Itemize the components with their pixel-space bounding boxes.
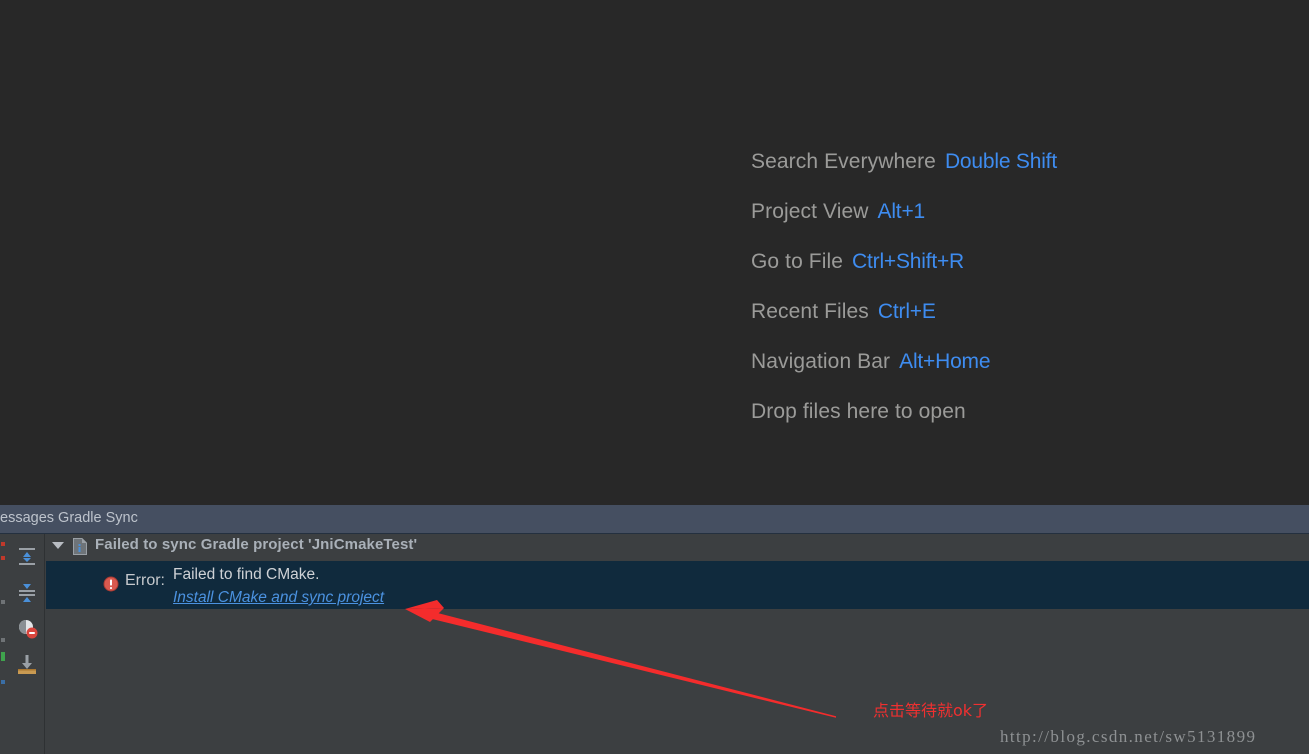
hint-shortcut: Double Shift (944, 150, 1057, 173)
tree-row-error[interactable]: Error: Failed to find CMake. Install CMa… (46, 561, 1309, 609)
hint-shortcut: Ctrl+Shift+R (852, 250, 965, 273)
left-marker-strip (0, 534, 9, 754)
marker-dot (1, 542, 5, 546)
error-detail: Failed to find CMake. Install CMake and … (173, 563, 693, 609)
collapse-all-button[interactable] (13, 578, 41, 606)
hint-label: Drop files here to open (751, 400, 966, 423)
hint-shortcut: Alt+Home (899, 350, 991, 373)
expand-all-button[interactable] (13, 542, 41, 570)
editor-empty-area[interactable]: Search Everywhere Double Shift Project Vi… (0, 0, 1309, 505)
messages-tool-window: essages Gradle Sync Failed to sync Gradl… (0, 505, 1309, 754)
hint-label: Navigation Bar (751, 350, 891, 373)
export-icon (18, 655, 36, 674)
hint-row-project-view: Project View Alt+1 (751, 187, 1271, 237)
hide-warnings-button[interactable] (13, 614, 41, 642)
error-severity-label: Error: (125, 572, 165, 589)
hide-warnings-icon (19, 620, 38, 639)
info-document-icon (73, 538, 87, 555)
messages-toolbar (9, 534, 45, 754)
hint-row-recent-files: Recent Files Ctrl+E (751, 287, 1271, 337)
messages-tree[interactable]: Failed to sync Gradle project 'JniCmakeT… (46, 534, 1309, 754)
hint-row-drop-files: Drop files here to open (751, 387, 1271, 437)
welcome-hints-list: Search Everywhere Double Shift Project Vi… (751, 137, 1271, 437)
marker-dot (1, 600, 5, 604)
expand-all-icon (19, 548, 35, 565)
chevron-down-icon[interactable] (52, 542, 64, 549)
install-cmake-link[interactable]: Install CMake and sync project (173, 586, 384, 609)
hint-label: Search Everywhere (751, 150, 936, 173)
export-to-file-button[interactable] (13, 650, 41, 678)
error-circle-icon (103, 576, 119, 592)
collapse-all-icon (19, 584, 35, 602)
hint-shortcut: Ctrl+E (877, 300, 936, 323)
tab-messages-gradle-sync[interactable]: essages Gradle Sync (0, 510, 138, 526)
marker-dot (1, 680, 5, 684)
hint-row-go-to-file: Go to File Ctrl+Shift+R (751, 237, 1271, 287)
error-message-text: Failed to find CMake. (173, 566, 320, 583)
hint-shortcut: Alt+1 (877, 200, 926, 223)
hint-label: Recent Files (751, 300, 869, 323)
hint-label: Go to File (751, 250, 844, 273)
hint-row-search-everywhere: Search Everywhere Double Shift (751, 137, 1271, 187)
marker-dot (1, 638, 5, 642)
tree-title-label: Failed to sync Gradle project 'JniCmakeT… (95, 536, 418, 553)
hint-row-navigation-bar: Navigation Bar Alt+Home (751, 337, 1271, 387)
marker-dot (1, 652, 5, 661)
tool-window-tabstrip: essages Gradle Sync (0, 505, 1309, 534)
tree-row-sync-failure[interactable]: Failed to sync Gradle project 'JniCmakeT… (46, 534, 1309, 560)
marker-dot (1, 556, 5, 560)
hint-label: Project View (751, 200, 869, 223)
